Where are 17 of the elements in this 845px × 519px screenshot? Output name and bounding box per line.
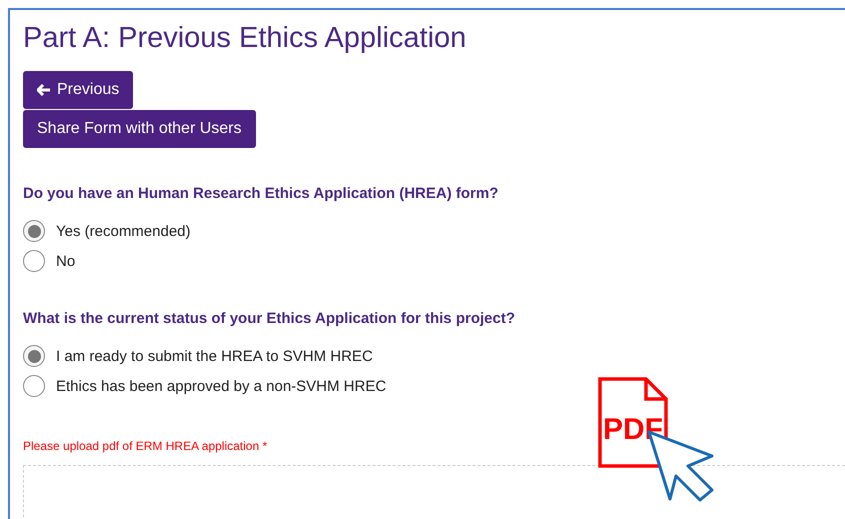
- pdf-label: PDF: [603, 413, 663, 447]
- question-label: What is the current status of your Ethics Application for this project?: [23, 310, 516, 327]
- arrow-left-icon: [37, 84, 51, 96]
- option-label: I am ready to submit the HREA to SVHM HREC: [56, 348, 373, 364]
- share-button[interactable]: Share Form with other Users: [23, 110, 256, 148]
- option-label: Ethics has been approved by a non-SVHM HREC: [56, 378, 386, 394]
- document-icon: [598, 377, 668, 468]
- radio-button[interactable]: [23, 345, 45, 367]
- option-label: Yes (recommended): [56, 222, 191, 240]
- upload-label: Please upload pdf of ERM HREA application *: [23, 439, 268, 453]
- option-label: No: [56, 252, 76, 270]
- radio-button[interactable]: [23, 220, 45, 242]
- radio-button[interactable]: [23, 250, 45, 272]
- radio-button[interactable]: [23, 375, 45, 397]
- previous-button[interactable]: Previous: [23, 71, 134, 109]
- question-label: Do you have an Human Research Ethics Application (HREA) form?: [23, 185, 500, 202]
- page-title: Part A: Previous Ethics Application: [23, 21, 468, 56]
